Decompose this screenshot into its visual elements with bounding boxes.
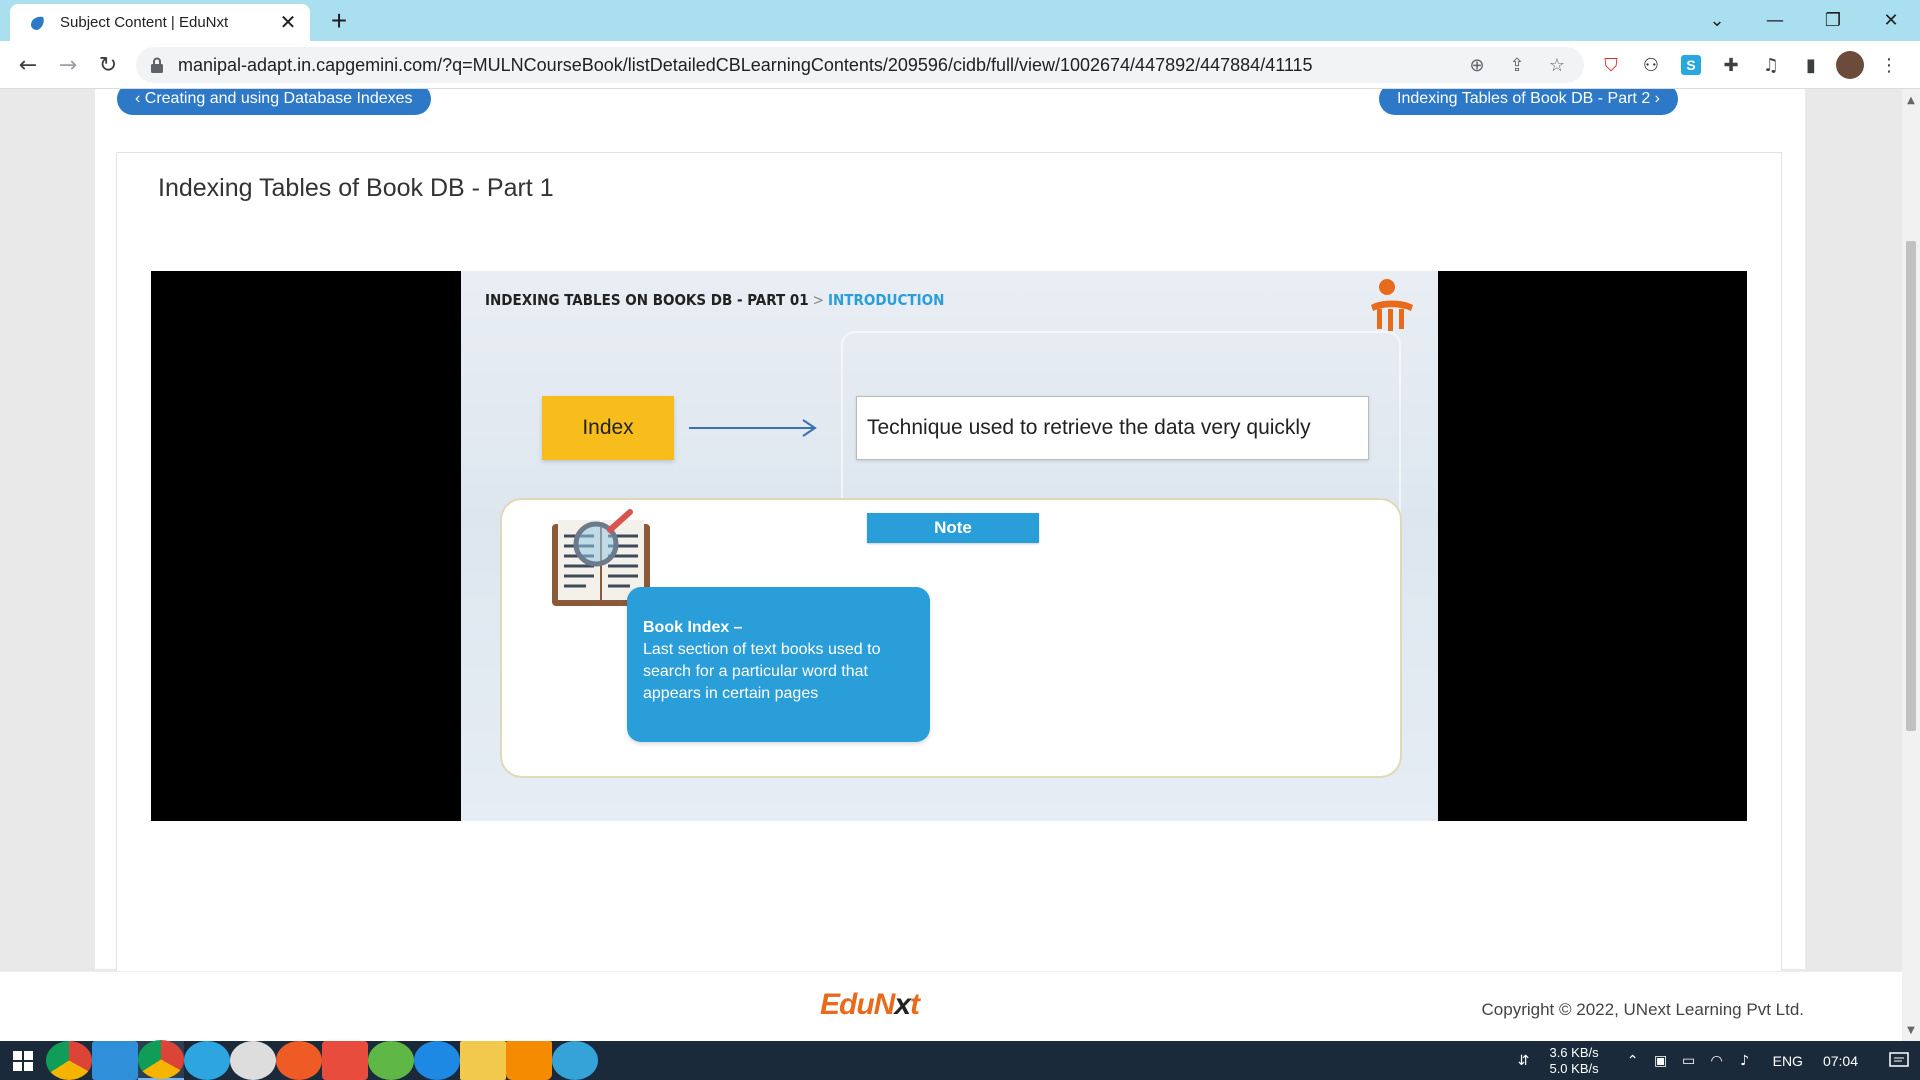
page-title: Indexing Tables of Book DB - Part 1 bbox=[158, 174, 554, 202]
extension-s-icon[interactable]: S bbox=[1676, 49, 1706, 81]
edunxt-favicon-icon bbox=[31, 16, 44, 30]
language-indicator[interactable]: ENG bbox=[1773, 1053, 1803, 1069]
system-tray: ⇵ 3.6 KB/s 5.0 KB/s ⌃ ▣ ▭ ◠ ♪ ENG 07:04 bbox=[1509, 1041, 1920, 1080]
inkscape-taskbar-icon[interactable] bbox=[230, 1041, 276, 1080]
url-text[interactable]: manipal-adapt.in.capgemini.com/?q=MULNCo… bbox=[178, 55, 1464, 76]
p-app-taskbar-icon[interactable] bbox=[322, 1041, 368, 1080]
slide-section-label: INTRODUCTION bbox=[827, 291, 945, 309]
chrome-active-taskbar-icon[interactable] bbox=[138, 1040, 184, 1080]
page-content: ‹ Creating and using Database Indexes In… bbox=[95, 89, 1805, 1012]
bookmark-star-icon[interactable]: ☆ bbox=[1544, 52, 1570, 78]
net-download: 5.0 KB/s bbox=[1549, 1060, 1599, 1076]
back-icon[interactable]: ← bbox=[12, 49, 44, 81]
edge-taskbar-icon[interactable] bbox=[552, 1041, 598, 1080]
taskbar-apps bbox=[46, 1040, 598, 1080]
share-icon[interactable]: ⇪ bbox=[1504, 52, 1530, 78]
zoom-icon[interactable]: ⊕ bbox=[1464, 52, 1490, 78]
network-speed: 3.6 KB/s 5.0 KB/s bbox=[1549, 1045, 1598, 1077]
chrome-taskbar-icon[interactable] bbox=[46, 1041, 92, 1080]
extensions-puzzle-icon[interactable]: ✚ bbox=[1716, 49, 1746, 81]
window-controls: ⌄ — ❐ ✕ bbox=[1688, 0, 1920, 40]
volume-icon[interactable]: ♪ bbox=[1731, 1053, 1759, 1069]
definition-box: Technique used to retrieve the data very… bbox=[856, 396, 1369, 460]
copyright-text: Copyright © 2022, UNext Learning Pvt Ltd… bbox=[1481, 1000, 1804, 1019]
profile-avatar[interactable] bbox=[1836, 51, 1864, 79]
page-footer: EduNxt Copyright © 2022, UNext Learning … bbox=[0, 971, 1902, 1041]
new-tab-button[interactable]: + bbox=[324, 6, 354, 36]
notifications-icon[interactable] bbox=[1878, 1041, 1920, 1080]
side-panel-icon[interactable]: ▮ bbox=[1796, 49, 1826, 81]
browser-taskbar-icon[interactable] bbox=[414, 1041, 460, 1080]
note-label: Note bbox=[867, 513, 1039, 543]
edunxt-logo: EduNxt bbox=[820, 988, 920, 1022]
video-player[interactable]: INDEXING TABLES ON BOOKS DB - PART 01 > IN… bbox=[151, 271, 1747, 821]
utorrent-taskbar-icon[interactable] bbox=[368, 1041, 414, 1080]
reload-icon[interactable]: ↻ bbox=[92, 49, 124, 81]
file-explorer-taskbar-icon[interactable] bbox=[460, 1041, 506, 1080]
logo-edu: Edu bbox=[820, 988, 875, 1021]
tab-title: Subject Content | EduNxt bbox=[60, 14, 229, 31]
close-window-button[interactable]: ✕ bbox=[1862, 0, 1920, 40]
telegram-taskbar-icon[interactable] bbox=[184, 1041, 230, 1080]
vscode-taskbar-icon[interactable] bbox=[92, 1041, 138, 1080]
logo-n: N bbox=[873, 988, 896, 1021]
clock[interactable]: 07:04 bbox=[1823, 1053, 1858, 1069]
battery-icon[interactable]: ▭ bbox=[1675, 1053, 1703, 1069]
meet-now-icon[interactable]: ▣ bbox=[1647, 1053, 1675, 1069]
book-index-bubble: Book Index – Last section of text books … bbox=[627, 587, 930, 742]
extension-shield-icon[interactable]: ⛉ bbox=[1596, 49, 1626, 81]
slide-heading-text: INDEXING TABLES ON BOOKS DB - PART 01 bbox=[485, 291, 809, 309]
restore-button[interactable]: ❐ bbox=[1804, 0, 1862, 40]
minimize-button[interactable]: — bbox=[1746, 0, 1804, 40]
page-viewport: ‹ Creating and using Database Indexes In… bbox=[0, 89, 1902, 1041]
browser-toolbar: ← → ↻ manipal-adapt.in.capgemini.com/?q=… bbox=[0, 41, 1920, 89]
slide-frame: INDEXING TABLES ON BOOKS DB - PART 01 > IN… bbox=[461, 271, 1438, 821]
close-tab-icon[interactable]: ✕ bbox=[278, 10, 298, 35]
heading-separator: > bbox=[812, 291, 824, 309]
bubble-title: Book Index – bbox=[643, 619, 743, 636]
logo-x: x bbox=[894, 988, 911, 1021]
logo-t: t bbox=[910, 988, 920, 1021]
tab-search-icon[interactable]: ⌄ bbox=[1688, 0, 1746, 40]
forward-icon[interactable]: → bbox=[52, 49, 84, 81]
net-upload: 3.6 KB/s bbox=[1549, 1044, 1599, 1060]
page-scrollbar[interactable]: ▲ ▼ bbox=[1902, 89, 1920, 1041]
extensions-bar: ⛉ ⚇ S ✚ ♫ ▮ ⋮ bbox=[1596, 49, 1904, 81]
index-term-box: Index bbox=[542, 396, 674, 460]
right-arrow-icon bbox=[689, 419, 817, 437]
vlc-taskbar-icon[interactable] bbox=[506, 1041, 552, 1080]
scroll-down-icon[interactable]: ▼ bbox=[1902, 1021, 1920, 1039]
scroll-thumb[interactable] bbox=[1906, 241, 1916, 731]
bubble-text: Last section of text books used to searc… bbox=[643, 641, 881, 702]
slide-heading: INDEXING TABLES ON BOOKS DB - PART 01 > IN… bbox=[485, 291, 944, 309]
show-hidden-icons-icon[interactable]: ⌃ bbox=[1619, 1053, 1647, 1069]
scroll-up-icon[interactable]: ▲ bbox=[1902, 91, 1920, 109]
tab-strip: Subject Content | EduNxt ✕ + ⌄ — ❐ ✕ bbox=[0, 0, 1920, 41]
manipal-logo-icon bbox=[1371, 279, 1413, 331]
note-panel: Note Book Index – Last section of text b… bbox=[500, 498, 1402, 778]
next-content-button[interactable]: Indexing Tables of Book DB - Part 2 › bbox=[1379, 89, 1678, 115]
postman-taskbar-icon[interactable] bbox=[276, 1041, 322, 1080]
lock-icon[interactable] bbox=[150, 57, 164, 73]
windows-start-icon[interactable] bbox=[0, 1041, 46, 1080]
previous-content-button[interactable]: ‹ Creating and using Database Indexes bbox=[117, 89, 431, 115]
media-control-icon[interactable]: ♫ bbox=[1756, 49, 1786, 81]
chrome-menu-icon[interactable]: ⋮ bbox=[1874, 49, 1904, 81]
extension-mask-icon[interactable]: ⚇ bbox=[1636, 49, 1666, 81]
network-speed-arrows-icon: ⇵ bbox=[1517, 1052, 1530, 1069]
svg-text:S: S bbox=[1686, 57, 1695, 73]
browser-tab[interactable]: Subject Content | EduNxt ✕ bbox=[10, 4, 310, 41]
address-bar[interactable]: manipal-adapt.in.capgemini.com/?q=MULNCo… bbox=[136, 47, 1584, 83]
windows-taskbar: ⇵ 3.6 KB/s 5.0 KB/s ⌃ ▣ ▭ ◠ ♪ ENG 07:04 bbox=[0, 1040, 1920, 1080]
wifi-icon[interactable]: ◠ bbox=[1703, 1053, 1731, 1069]
